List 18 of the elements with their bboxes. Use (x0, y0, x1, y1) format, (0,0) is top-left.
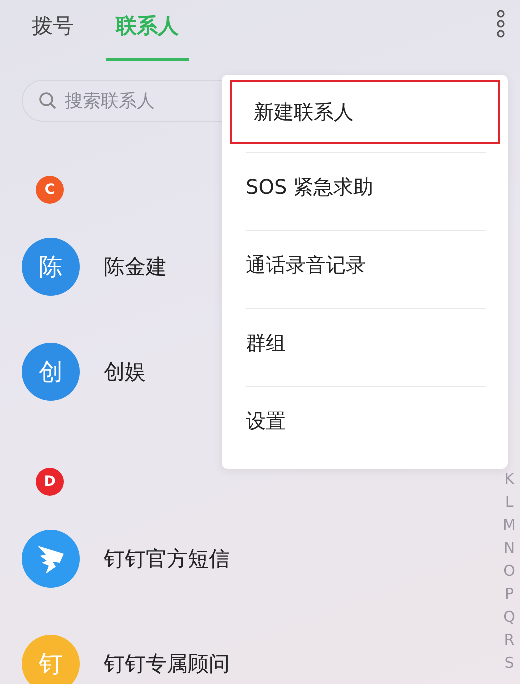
menu-item[interactable]: 新建联系人 (230, 80, 500, 144)
search-icon (39, 92, 57, 110)
contact-name[interactable]: 钉钉官方短信 (104, 545, 230, 573)
menu-item[interactable]: SOS 紧急求助 (246, 152, 486, 222)
section-letter: D (36, 468, 64, 496)
contact-name[interactable]: 创娱 (104, 358, 146, 386)
tab[interactable]: 拨号 (22, 0, 84, 61)
contact-name[interactable]: 陈金建 (104, 253, 167, 281)
more-icon[interactable] (496, 10, 506, 40)
wing-icon (36, 543, 66, 575)
menu-item[interactable]: 群组 (246, 308, 486, 378)
contact-name[interactable]: 钉钉专属顾问 (104, 650, 230, 678)
menu-item[interactable]: 通话录音记录 (246, 230, 486, 300)
avatar: 创 (22, 343, 80, 401)
avatar: 钉 (22, 635, 80, 684)
section-letter: C (36, 176, 64, 204)
menu-item[interactable]: 设置 (246, 386, 486, 456)
avatar: 陈 (22, 238, 80, 296)
